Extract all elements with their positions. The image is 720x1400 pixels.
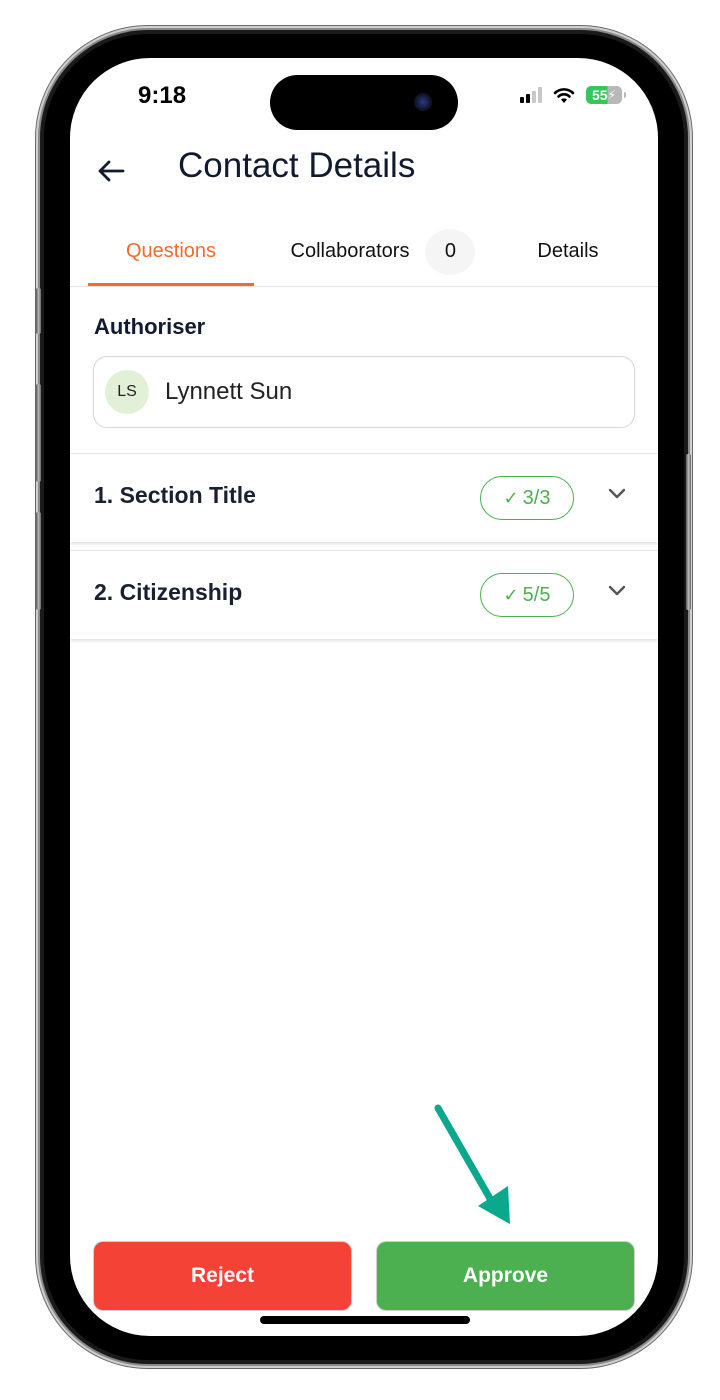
checkmark-icon: ✓	[503, 487, 519, 508]
section-progress-badge: ✓ 3/3	[480, 476, 574, 520]
action-button	[36, 288, 41, 334]
wifi-icon	[553, 88, 575, 103]
volume-up-button	[36, 384, 41, 482]
tab-collaborators[interactable]: Collaborators 0	[270, 218, 496, 285]
tab-questions[interactable]: Questions	[88, 218, 254, 286]
section-progress-badge: ✓ 5/5	[480, 573, 574, 617]
charging-bolt-icon: ⚡	[607, 88, 616, 102]
home-indicator[interactable]	[260, 1316, 470, 1324]
battery-charging-icon: 55 ⚡	[586, 86, 626, 104]
app-header: Contact Details	[70, 140, 658, 200]
back-button[interactable]	[94, 154, 128, 188]
collaborators-count-badge: 0	[425, 228, 476, 275]
tab-label: Questions	[125, 240, 217, 262]
app-screen: 9:18 55 ⚡ Contact Details Questions Colla…	[70, 58, 658, 1336]
section-progress-text: 5/5	[522, 583, 551, 606]
action-bar: Reject Approve	[93, 1241, 635, 1311]
power-button	[686, 454, 691, 610]
authoriser-field[interactable]: LS Lynnett Sun	[93, 356, 635, 428]
approve-button[interactable]: Approve	[376, 1241, 635, 1311]
status-time: 9:18	[138, 82, 187, 109]
section-item[interactable]: 1. Section Title ✓ 3/3	[70, 453, 658, 542]
section-item[interactable]: 2. Citizenship ✓ 5/5	[70, 550, 658, 639]
chevron-down-icon[interactable]	[608, 488, 626, 500]
tab-details[interactable]: Details	[518, 218, 618, 285]
arrow-left-icon	[98, 160, 125, 182]
dynamic-island	[270, 75, 458, 130]
cellular-signal-icon	[520, 87, 542, 103]
page-title: Contact Details	[178, 146, 416, 185]
section-progress-text: 3/3	[522, 486, 551, 509]
front-camera-icon	[414, 93, 432, 111]
section-title: 1. Section Title	[94, 482, 256, 508]
section-title: 2. Citizenship	[94, 579, 243, 605]
battery-level: 55	[591, 87, 608, 103]
annotation-arrow-icon	[434, 1104, 510, 1224]
status-icons: 55 ⚡	[520, 86, 626, 104]
authoriser-name: Lynnett Sun	[165, 378, 293, 405]
checkmark-icon: ✓	[503, 584, 519, 605]
tab-label: Details	[537, 240, 599, 262]
authoriser-label: Authoriser	[94, 314, 206, 339]
tab-bar: Questions Collaborators 0 Details	[70, 218, 658, 287]
reject-button[interactable]: Reject	[93, 1241, 352, 1311]
avatar: LS	[105, 370, 149, 414]
volume-down-button	[36, 512, 41, 610]
chevron-down-icon[interactable]	[608, 585, 626, 597]
tab-label: Collaborators	[290, 240, 410, 262]
